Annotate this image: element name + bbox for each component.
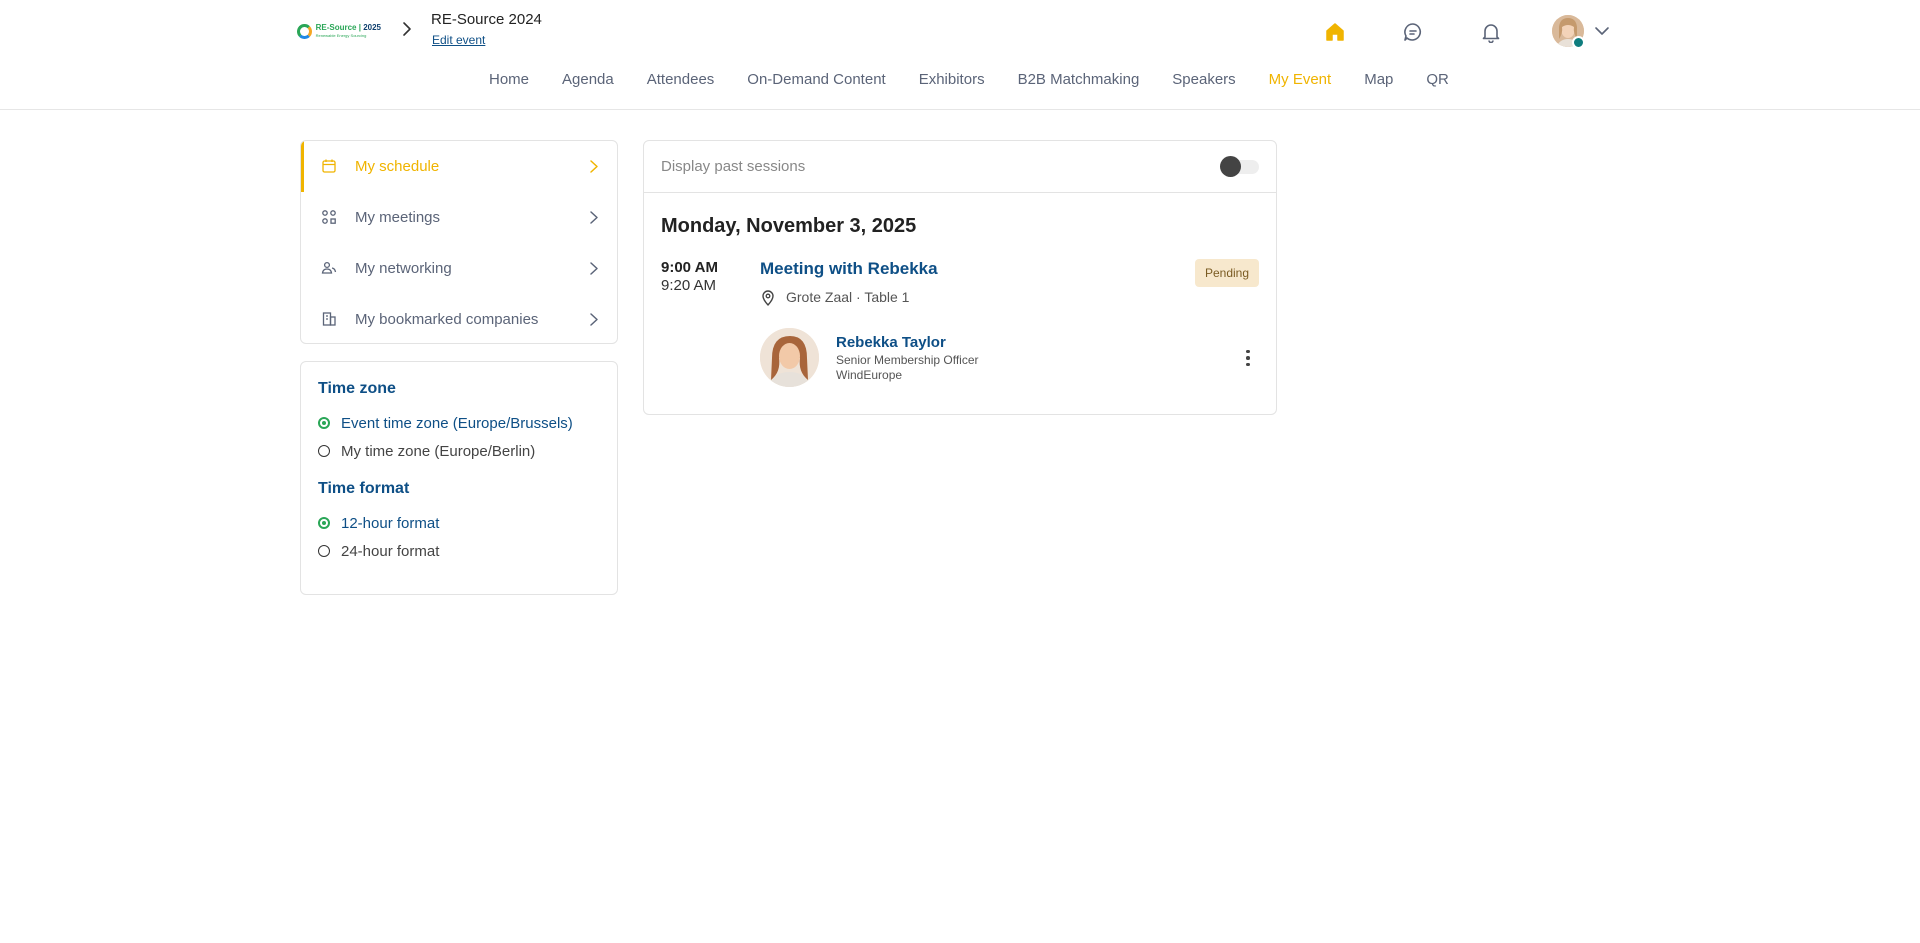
location-pin-icon (762, 290, 774, 306)
nav-item-my-event[interactable]: My Event (1252, 71, 1348, 88)
participant-avatar[interactable] (760, 328, 819, 387)
radio-label: 24-hour format (341, 542, 440, 560)
notifications-button[interactable] (1477, 18, 1505, 46)
radio-selected-icon (318, 417, 330, 429)
menu-item-label: My meetings (355, 209, 441, 226)
kebab-dot (1246, 349, 1250, 354)
time-format-option-12h[interactable]: 12-hour format (318, 509, 600, 537)
timezone-option-event[interactable]: Event time zone (Europe/Brussels) (318, 409, 600, 437)
networking-icon (321, 261, 337, 274)
kebab-dot (1246, 362, 1250, 367)
edit-event-link[interactable]: Edit event (432, 33, 485, 47)
past-sessions-label: Display past sessions (661, 158, 806, 175)
time-format-option-24h[interactable]: 24-hour format (318, 537, 600, 565)
toggle-knob (1220, 155, 1241, 177)
calendar-icon (322, 159, 336, 173)
schedule-card: Display past sessions Monday, November 3… (643, 140, 1277, 415)
meeting-title-link[interactable]: Meeting with Rebekka (760, 259, 938, 279)
chevron-right-icon (590, 211, 598, 224)
radio-label: 12-hour format (341, 514, 440, 532)
chat-button[interactable] (1399, 18, 1427, 46)
chevron-right-icon (590, 160, 598, 173)
past-sessions-row: Display past sessions (644, 141, 1276, 193)
logo-subtitle: Renewable Energy Sourcing (315, 33, 367, 38)
timezone-option-mine[interactable]: My time zone (Europe/Berlin) (318, 437, 600, 465)
bell-icon (1482, 24, 1500, 43)
meetings-icon (322, 210, 336, 224)
menu-item-label: My networking (355, 260, 452, 277)
time-format-heading: Time format (318, 480, 410, 497)
logo-ring-icon (297, 23, 312, 39)
menu-item-my-meetings[interactable]: My meetings (301, 192, 617, 243)
nav-item-map[interactable]: Map (1347, 71, 1409, 88)
chevron-right-icon (590, 313, 598, 326)
nav-item-agenda[interactable]: Agenda (545, 71, 630, 88)
nav-item-exhibitors[interactable]: Exhibitors (902, 71, 1001, 88)
chevron-down-icon[interactable] (1594, 24, 1610, 38)
session-end-time: 9:20 AM (661, 277, 717, 294)
radio-label: Event time zone (Europe/Brussels) (341, 414, 573, 432)
status-badge: Pending (1195, 259, 1259, 287)
radio-label: My time zone (Europe/Berlin) (341, 442, 536, 460)
time-settings-card: Time zone Event time zone (Europe/Brusse… (300, 361, 618, 595)
my-event-menu: My schedule My meetings My networking My… (300, 140, 618, 344)
menu-item-my-schedule[interactable]: My schedule (301, 141, 617, 192)
more-options-button[interactable] (1240, 346, 1256, 370)
radio-selected-icon (318, 517, 330, 529)
radio-unselected-icon (318, 445, 330, 457)
session-start-time: 9:00 AM (661, 259, 718, 276)
nav-item-on-demand-content[interactable]: On-Demand Content (730, 71, 901, 88)
building-icon (322, 312, 336, 326)
participant-avatar-image (760, 328, 819, 387)
timezone-heading: Time zone (318, 380, 396, 397)
home-icon (1326, 23, 1344, 41)
online-status-dot (1572, 36, 1585, 49)
nav-item-attendees[interactable]: Attendees (630, 71, 731, 88)
main-nav-list: Home Agenda Attendees On-Demand Content Exhi… (472, 71, 1465, 88)
nav-item-speakers[interactable]: Speakers (1155, 71, 1251, 88)
nav-item-b2b-matchmaking[interactable]: B2B Matchmaking (1001, 71, 1156, 88)
chevron-right-icon (590, 262, 598, 275)
past-sessions-toggle[interactable] (1220, 155, 1259, 177)
breadcrumb-chevron-icon (403, 22, 411, 36)
logo-name: RE-Source (315, 23, 357, 32)
nav-item-home[interactable]: Home (472, 71, 545, 88)
menu-item-my-bookmarked-companies[interactable]: My bookmarked companies (301, 294, 617, 343)
logo-year: 2025 (363, 23, 381, 32)
event-title: RE-Source 2024 (431, 11, 542, 28)
participant-organization: WindEurope (836, 368, 903, 382)
nav-item-qr[interactable]: QR (1409, 71, 1465, 88)
menu-item-label: My bookmarked companies (355, 311, 539, 328)
day-heading: Monday, November 3, 2025 (661, 215, 917, 237)
menu-item-my-networking[interactable]: My networking (301, 243, 617, 294)
participant-name-link[interactable]: Rebekka Taylor (836, 334, 946, 351)
participant-role: Senior Membership Officer (836, 353, 979, 367)
top-bar: RE-Source | 2025 Renewable Energy Sourci… (0, 0, 1920, 110)
menu-item-label: My schedule (355, 158, 440, 175)
meeting-location: Grote Zaal · Table 1 (786, 289, 910, 305)
kebab-dot (1246, 356, 1250, 360)
radio-unselected-icon (318, 545, 330, 557)
event-logo[interactable]: RE-Source | 2025 Renewable Energy Sourci… (297, 20, 381, 42)
chat-icon (1404, 23, 1422, 41)
home-button[interactable] (1321, 18, 1349, 46)
